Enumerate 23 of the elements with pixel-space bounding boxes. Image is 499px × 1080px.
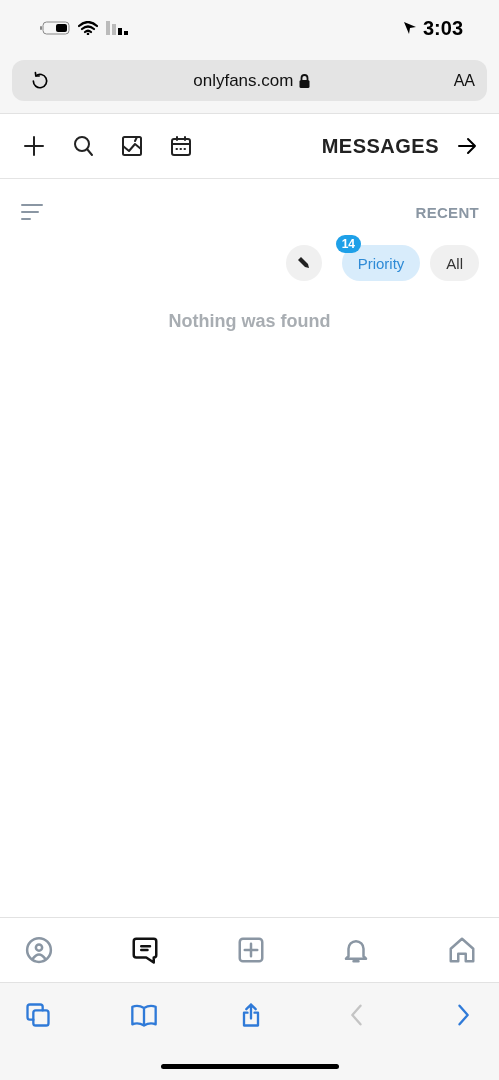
profile-icon[interactable] [24, 935, 54, 965]
text-size-button[interactable]: AA [453, 71, 475, 90]
empty-message: Nothing was found [167, 311, 332, 332]
section-title: RECENT [415, 203, 479, 221]
url-text[interactable]: onlyfans.com [193, 70, 294, 91]
battery-icon [40, 21, 70, 35]
home-icon[interactable] [447, 935, 477, 965]
filter-tab[interactable]: All [430, 245, 479, 281]
lock-icon [299, 73, 311, 88]
wifi-icon [78, 21, 98, 35]
image-icon[interactable] [120, 134, 144, 158]
filter-icon[interactable] [20, 202, 44, 222]
reload-icon[interactable] [30, 70, 50, 91]
count-badge: 14 [335, 235, 361, 253]
tabs-icon[interactable] [24, 1001, 52, 1029]
search-icon[interactable] [71, 134, 95, 158]
clock-time: 3:03 [422, 16, 463, 40]
calendar-icon[interactable] [169, 134, 193, 158]
signal-icon [106, 21, 128, 35]
page-title: MESSAGES [320, 134, 439, 158]
edit-button[interactable] [285, 245, 322, 281]
location-arrow-icon [402, 21, 417, 35]
plus-icon[interactable] [22, 134, 46, 158]
